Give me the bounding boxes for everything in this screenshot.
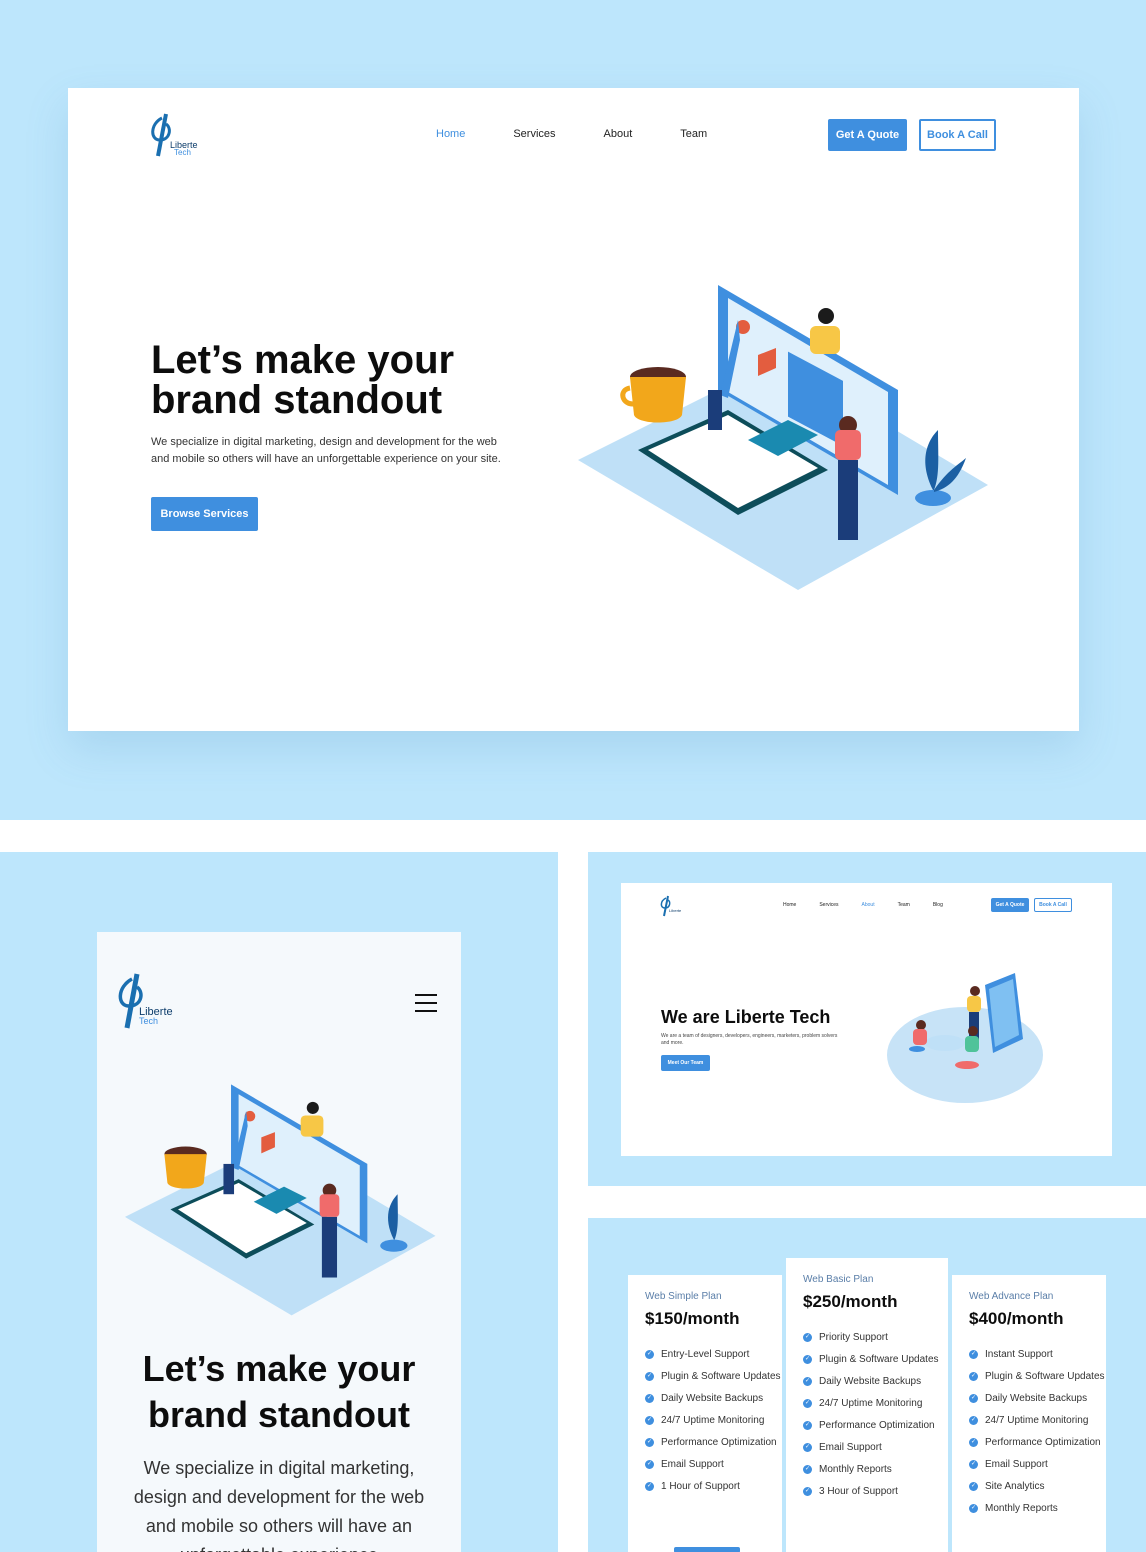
pricing-card-basic: Web Basic Plan $250/month ✓ Priority Supp… [786, 1258, 948, 1552]
hero-illustration [578, 285, 988, 590]
liberte-tech-logo[interactable]: Liberte [659, 894, 687, 918]
nav-about[interactable]: About [604, 128, 633, 140]
check-icon: ✓ [803, 1333, 812, 1342]
check-icon: ✓ [969, 1460, 978, 1469]
nav-home[interactable]: Home [783, 902, 796, 908]
book-a-call-button[interactable]: Book A Call [1034, 898, 1072, 912]
feature-item: ✓ 24/7 Uptime Monitoring [803, 1398, 923, 1409]
check-icon: ✓ [803, 1421, 812, 1430]
plan-price: $250/month [803, 1292, 898, 1311]
check-icon: ✓ [969, 1394, 978, 1403]
hero-illustration [125, 1084, 436, 1316]
feature-item: ✓ Plugin & Software Updates [645, 1371, 781, 1382]
pricing-card-advance: Web Advance Plan $400/month ✓ Instant Sup… [952, 1275, 1106, 1552]
about-description: We are a team of designers, developers, … [661, 1033, 838, 1046]
feature-item: ✓ Performance Optimization [969, 1437, 1101, 1448]
nav-blog[interactable]: Blog [933, 902, 943, 908]
feature-item: ✓ Instant Support [969, 1349, 1053, 1360]
plan-name: Web Simple Plan [645, 1291, 722, 1302]
feature-item: ✓ Entry-Level Support [645, 1349, 750, 1360]
divider-band [0, 820, 1146, 852]
feature-item: ✓ Plugin & Software Updates [969, 1371, 1105, 1382]
feature-list: ✓ Instant Support ✓ Plugin & Software Upda… [969, 1347, 1109, 1523]
plan-name: Web Advance Plan [969, 1291, 1054, 1302]
feature-item: ✓ 1 Hour of Support [645, 1481, 740, 1492]
pricing-card-simple: Web Simple Plan $150/month ✓ Entry-Level … [628, 1275, 782, 1552]
about-title: We are Liberte Tech [661, 1007, 831, 1027]
feature-list: ✓ Priority Support ✓ Plugin & Software Upd… [803, 1330, 943, 1506]
feature-item: ✓ Daily Website Backups [969, 1393, 1088, 1404]
logo-line2: Tech [139, 1016, 158, 1026]
main-nav: Home Services About Team Blog [783, 902, 966, 908]
hero-title: Let’s make your brand standout [151, 338, 455, 422]
select-plan-button[interactable] [674, 1547, 740, 1552]
check-icon: ✓ [645, 1350, 654, 1359]
desktop-mockup: Liberte Tech Home Services About Team Ge… [68, 88, 1079, 731]
liberte-tech-logo[interactable]: Liberte Tech [115, 970, 183, 1032]
mobile-mockup: Liberte Tech Let’s make your brand stand… [97, 932, 461, 1552]
feature-item: ✓ Monthly Reports [969, 1503, 1058, 1514]
feature-item: ✓ Daily Website Backups [645, 1393, 764, 1404]
check-icon: ✓ [969, 1372, 978, 1381]
check-icon: ✓ [645, 1482, 654, 1491]
nav-team[interactable]: Team [898, 902, 910, 908]
check-icon: ✓ [645, 1460, 654, 1469]
check-icon: ✓ [969, 1504, 978, 1513]
hero-title: Let’s make your brand standout [142, 1348, 416, 1435]
feature-item: ✓ Performance Optimization [645, 1437, 777, 1448]
plan-price: $400/month [969, 1309, 1064, 1328]
feature-list: ✓ Entry-Level Support ✓ Plugin & Software … [645, 1347, 785, 1501]
feature-item: ✓ Priority Support [803, 1332, 888, 1343]
check-icon: ✓ [969, 1482, 978, 1491]
nav-services[interactable]: Services [819, 902, 838, 908]
team-illustration [887, 973, 1043, 1103]
check-icon: ✓ [803, 1465, 812, 1474]
nav-about[interactable]: About [862, 902, 875, 908]
feature-item: ✓ Email Support [969, 1459, 1048, 1470]
plan-price: $150/month [645, 1309, 740, 1328]
get-a-quote-button[interactable]: Get A Quote [828, 119, 907, 151]
get-a-quote-button[interactable]: Get A Quote [991, 898, 1029, 912]
nav-services[interactable]: Services [513, 128, 555, 140]
check-icon: ✓ [645, 1438, 654, 1447]
check-icon: ✓ [969, 1416, 978, 1425]
main-nav: Home Services About Team [436, 128, 755, 140]
feature-item: ✓ Site Analytics [969, 1481, 1045, 1492]
check-icon: ✓ [645, 1372, 654, 1381]
check-icon: ✓ [645, 1416, 654, 1425]
about-mockup: Liberte Home Services About Team Blog Ge… [621, 883, 1112, 1156]
plan-name: Web Basic Plan [803, 1274, 874, 1285]
hamburger-menu-icon[interactable] [415, 994, 437, 1012]
hero-description: We specialize in digital marketing, desi… [151, 436, 501, 465]
check-icon: ✓ [645, 1394, 654, 1403]
feature-item: ✓ Daily Website Backups [803, 1376, 922, 1387]
nav-team[interactable]: Team [680, 128, 707, 140]
check-icon: ✓ [803, 1377, 812, 1386]
check-icon: ✓ [803, 1443, 812, 1452]
liberte-tech-logo[interactable]: Liberte Tech [148, 110, 204, 162]
divider-vertical [558, 852, 588, 1552]
book-a-call-button[interactable]: Book A Call [919, 119, 996, 151]
hero-description: We specialize in digital marketing, desi… [133, 1458, 425, 1552]
feature-item: ✓ Monthly Reports [803, 1464, 892, 1475]
logo-line2: Tech [174, 148, 191, 157]
check-icon: ✓ [803, 1355, 812, 1364]
browse-services-button[interactable]: Browse Services [151, 497, 258, 531]
divider-horizontal [588, 1186, 1146, 1218]
feature-item: ✓ 24/7 Uptime Monitoring [969, 1415, 1089, 1426]
feature-item: ✓ Performance Optimization [803, 1420, 935, 1431]
feature-item: ✓ Email Support [645, 1459, 724, 1470]
feature-item: ✓ 3 Hour of Support [803, 1486, 898, 1497]
check-icon: ✓ [803, 1487, 812, 1496]
check-icon: ✓ [969, 1350, 978, 1359]
feature-item: ✓ 24/7 Uptime Monitoring [645, 1415, 765, 1426]
meet-our-team-button[interactable]: Meet Our Team [661, 1055, 710, 1071]
logo-line1: Liberte [669, 908, 682, 913]
check-icon: ✓ [969, 1438, 978, 1447]
check-icon: ✓ [803, 1399, 812, 1408]
feature-item: ✓ Plugin & Software Updates [803, 1354, 939, 1365]
feature-item: ✓ Email Support [803, 1442, 882, 1453]
nav-home[interactable]: Home [436, 128, 465, 140]
